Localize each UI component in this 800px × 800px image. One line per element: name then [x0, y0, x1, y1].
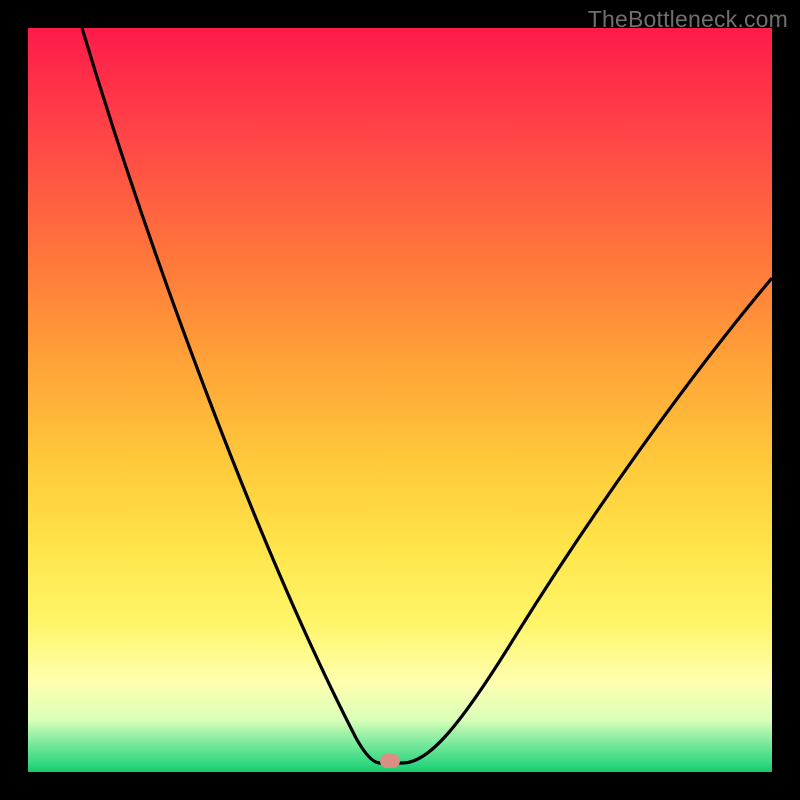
watermark-text: TheBottleneck.com	[588, 6, 788, 33]
curve-right-branch	[403, 278, 772, 763]
chart-stage: TheBottleneck.com	[0, 0, 800, 800]
optimal-point-marker	[380, 754, 400, 768]
bottleneck-curve	[28, 28, 772, 772]
chart-plot-area	[28, 28, 772, 772]
curve-left-branch	[82, 28, 403, 763]
